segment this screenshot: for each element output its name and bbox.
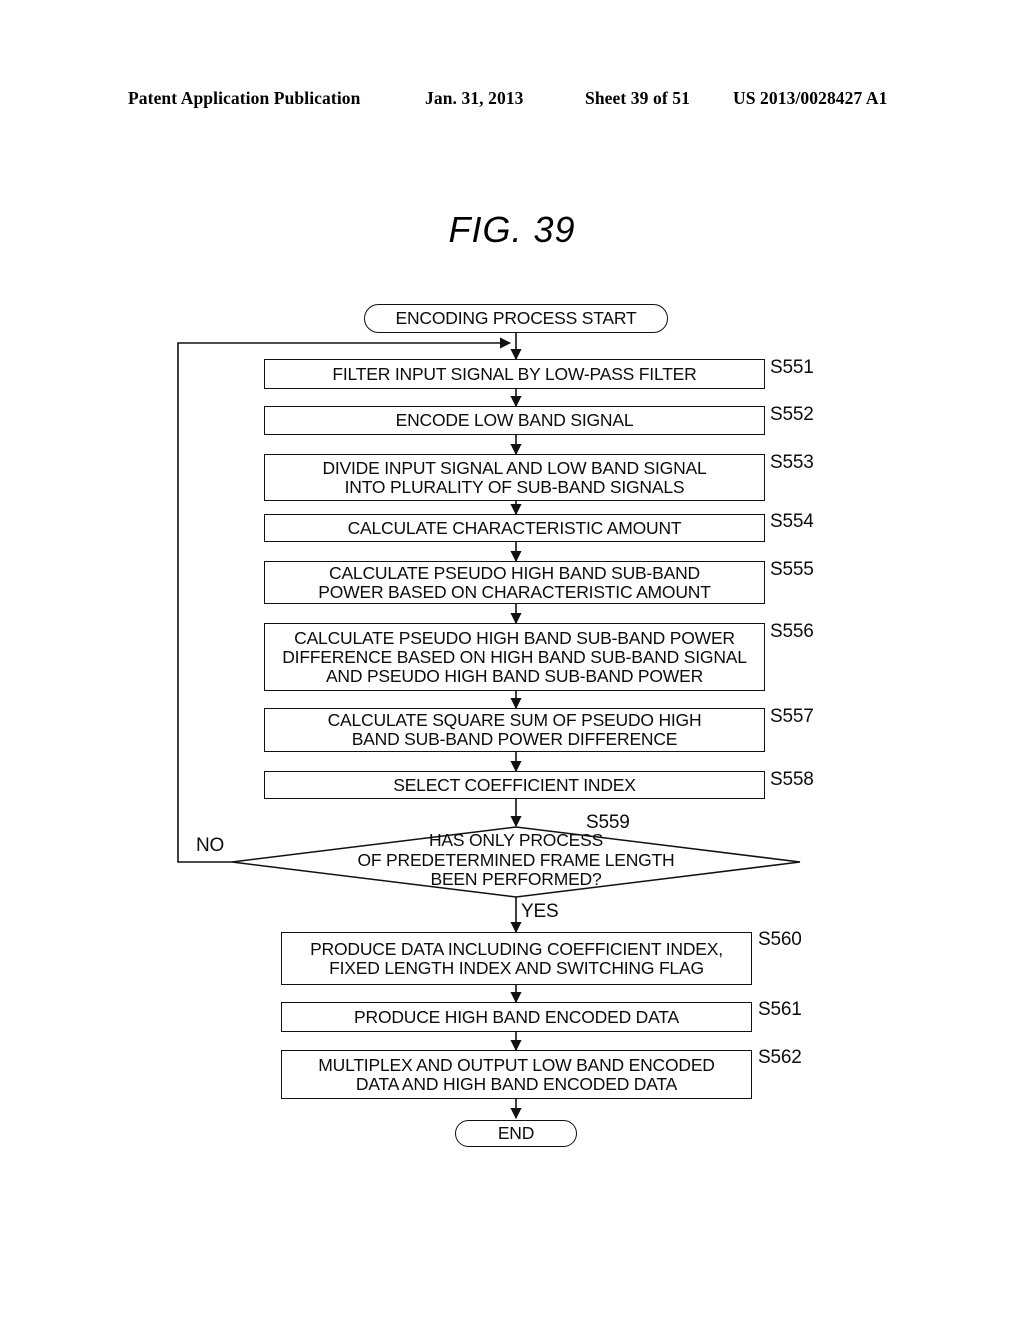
step-label-s557: S557 (770, 706, 814, 727)
branch-label-yes: YES (521, 901, 559, 922)
node-s553: DIVIDE INPUT SIGNAL AND LOW BAND SIGNAL … (264, 454, 765, 501)
node-s552: ENCODE LOW BAND SIGNAL (264, 406, 765, 435)
node-s555: CALCULATE PSEUDO HIGH BAND SUB-BAND POWE… (264, 561, 765, 604)
step-label-s555: S555 (770, 559, 814, 580)
step-label-s560: S560 (758, 929, 802, 950)
node-s562: MULTIPLEX AND OUTPUT LOW BAND ENCODED DA… (281, 1050, 752, 1099)
node-s561: PRODUCE HIGH BAND ENCODED DATA (281, 1002, 752, 1032)
patent-figure-page: Patent Application Publication Jan. 31, … (0, 0, 1024, 1320)
step-label-s553: S553 (770, 452, 814, 473)
step-label-s552: S552 (770, 404, 814, 425)
step-label-s554: S554 (770, 511, 814, 532)
node-s554: CALCULATE CHARACTERISTIC AMOUNT (264, 514, 765, 542)
node-s556: CALCULATE PSEUDO HIGH BAND SUB-BAND POWE… (264, 623, 765, 691)
node-start: ENCODING PROCESS START (364, 304, 668, 333)
step-label-s558: S558 (770, 769, 814, 790)
step-label-s562: S562 (758, 1047, 802, 1068)
node-s551: FILTER INPUT SIGNAL BY LOW-PASS FILTER (264, 359, 765, 389)
step-label-s551: S551 (770, 357, 814, 378)
node-s557: CALCULATE SQUARE SUM OF PSEUDO HIGH BAND… (264, 708, 765, 752)
node-end: END (455, 1120, 577, 1147)
node-s560: PRODUCE DATA INCLUDING COEFFICIENT INDEX… (281, 932, 752, 985)
flowchart: ENCODING PROCESS START FILTER INPUT SIGN… (0, 0, 1024, 1320)
branch-label-no: NO (196, 835, 225, 856)
step-label-s561: S561 (758, 999, 802, 1020)
step-label-s559: S559 (586, 812, 630, 833)
step-label-s556: S556 (770, 621, 814, 642)
decision-text-s559: HAS ONLY PROCESS OF PREDETERMINED FRAME … (357, 830, 675, 889)
node-s558: SELECT COEFFICIENT INDEX (264, 771, 765, 799)
